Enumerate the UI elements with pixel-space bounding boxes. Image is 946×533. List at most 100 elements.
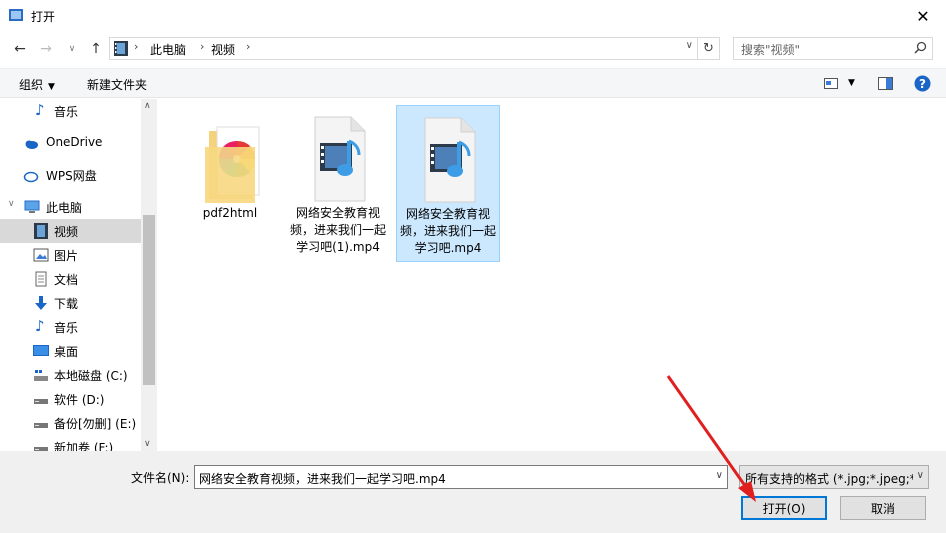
file-name: 网络安全教育视频，进来我们一起学习吧(1).mp4 bbox=[289, 206, 386, 254]
drive-icon bbox=[34, 423, 48, 428]
help-icon[interactable]: ? bbox=[914, 75, 931, 92]
file-item-pdf2html[interactable]: pdf2html bbox=[178, 105, 282, 226]
back-button[interactable]: ← bbox=[10, 38, 30, 60]
wps-cloud-icon bbox=[23, 171, 39, 183]
svg-text:?: ? bbox=[919, 77, 926, 91]
arrow-left-icon: ← bbox=[14, 41, 26, 57]
drive-icon bbox=[34, 399, 48, 404]
sidebar-item-drive-f[interactable]: 新加卷 (F:) bbox=[0, 435, 141, 451]
breadcrumb-separator: › bbox=[200, 40, 205, 53]
filename-value: 网络安全教育视频，进来我们一起学习吧.mp4 bbox=[199, 472, 446, 486]
sidebar-item-videos[interactable]: 视频 bbox=[0, 219, 141, 243]
drive-c-icon bbox=[34, 370, 48, 381]
file-item-video-1[interactable]: 网络安全教育视频，进来我们一起学习吧(1).mp4 bbox=[286, 105, 390, 260]
address-bar[interactable]: › 此电脑 › 视频 › ∨ bbox=[109, 37, 698, 60]
navigation-pane: ♪ 音乐 OneDrive WPS网盘 ∨ 此电脑 视频 图片 文档 下载 ♪ … bbox=[0, 99, 157, 451]
close-button[interactable]: ✕ bbox=[900, 0, 946, 32]
drive-icon bbox=[34, 447, 48, 451]
sidebar-item-onedrive[interactable]: OneDrive bbox=[0, 131, 141, 155]
sidebar-scrollbar[interactable]: ∧ ∨ bbox=[141, 99, 157, 451]
pinwheel-folder-icon bbox=[205, 126, 260, 203]
close-icon: ✕ bbox=[916, 6, 930, 26]
scroll-down-icon[interactable]: ∨ bbox=[144, 439, 151, 449]
title-bar: 打开 ✕ bbox=[0, 0, 946, 32]
video-file-icon bbox=[424, 117, 476, 203]
file-list: pdf2html 网络安全教育视频，进来我们一起学习吧(1).mp4 网络安全教… bbox=[158, 99, 946, 451]
desktop-icon bbox=[33, 345, 49, 356]
view-options-caret-icon[interactable]: ▼ bbox=[848, 78, 855, 88]
organize-menu[interactable]: 组织 ▼ bbox=[19, 76, 55, 93]
music-note-icon: ♪ bbox=[35, 101, 45, 119]
sidebar-item-label: 视频 bbox=[54, 225, 79, 239]
sidebar-item-label: 软件 (D:) bbox=[54, 393, 105, 407]
new-folder-button[interactable]: 新建文件夹 bbox=[87, 76, 147, 93]
sidebar-item-drive-c[interactable]: 本地磁盘 (C:) bbox=[0, 363, 141, 387]
sidebar-item-drive-e[interactable]: 备份[勿删] (E:) bbox=[0, 411, 141, 435]
sidebar-item-label: 图片 bbox=[54, 249, 79, 263]
sidebar-item-this-pc[interactable]: ∨ 此电脑 bbox=[0, 195, 141, 219]
refresh-icon: ↻ bbox=[703, 41, 714, 56]
forward-button[interactable]: → bbox=[36, 38, 56, 60]
sidebar-item-documents[interactable]: 文档 bbox=[0, 267, 141, 291]
sidebar-item-label: 下载 bbox=[54, 297, 79, 311]
sidebar-item-music-top[interactable]: ♪ 音乐 bbox=[0, 99, 141, 123]
cloud-icon bbox=[25, 140, 38, 149]
refresh-button[interactable]: ↻ bbox=[698, 37, 720, 60]
sidebar-item-music[interactable]: ♪ 音乐 bbox=[0, 315, 141, 339]
command-toolbar: 组织 ▼ 新建文件夹 ▼ ? bbox=[0, 68, 946, 98]
breadcrumb-this-pc[interactable]: 此电脑 bbox=[150, 41, 186, 58]
breadcrumb-separator: › bbox=[134, 40, 139, 53]
video-file-icon bbox=[314, 116, 366, 202]
chevron-down-icon[interactable]: ∨ bbox=[716, 470, 723, 481]
file-name: pdf2html bbox=[202, 206, 258, 220]
window-title: 打开 bbox=[31, 10, 56, 24]
sidebar-item-label: WPS网盘 bbox=[46, 169, 97, 183]
music-note-icon: ♪ bbox=[35, 317, 45, 335]
arrow-right-icon: → bbox=[40, 41, 52, 57]
filetype-value: 所有支持的格式 (*.jpg;*.jpeg;* bbox=[745, 472, 913, 486]
caret-down-icon: ▼ bbox=[48, 82, 55, 92]
filename-label: 文件名(N): bbox=[131, 471, 190, 485]
computer-icon bbox=[24, 200, 40, 213]
sidebar-item-label: 备份[勿删] (E:) bbox=[54, 417, 137, 431]
download-icon bbox=[35, 296, 47, 310]
file-name: 网络安全教育视频，进来我们一起学习吧.mp4 bbox=[399, 207, 496, 255]
cancel-button[interactable]: 取消 bbox=[840, 496, 926, 520]
video-icon bbox=[34, 223, 48, 239]
view-mode-icon[interactable] bbox=[824, 78, 838, 89]
sidebar-item-label: 新加卷 (F:) bbox=[54, 441, 114, 451]
file-item-video-selected[interactable]: 网络安全教育视频，进来我们一起学习吧.mp4 bbox=[396, 105, 500, 262]
sidebar-item-label: 本地磁盘 (C:) bbox=[54, 369, 128, 383]
chevron-down-icon: ∨ bbox=[916, 470, 924, 481]
up-button[interactable]: ↑ bbox=[86, 38, 106, 60]
sidebar-item-downloads[interactable]: 下载 bbox=[0, 291, 141, 315]
sidebar-item-pictures[interactable]: 图片 bbox=[0, 243, 141, 267]
sidebar-item-label: 音乐 bbox=[54, 105, 79, 119]
chevron-down-icon: ∨ bbox=[8, 199, 15, 209]
video-folder-icon bbox=[114, 41, 128, 56]
sidebar-item-label: 桌面 bbox=[54, 345, 79, 359]
search-placeholder: 搜索"视频" bbox=[741, 43, 801, 57]
breadcrumb-separator: › bbox=[246, 40, 251, 53]
sidebar-item-label: 音乐 bbox=[54, 321, 79, 335]
sidebar-item-desktop[interactable]: 桌面 bbox=[0, 339, 141, 363]
breadcrumb-videos[interactable]: 视频 bbox=[211, 41, 235, 58]
open-button[interactable]: 打开(O) bbox=[741, 496, 827, 520]
sidebar-item-drive-d[interactable]: 软件 (D:) bbox=[0, 387, 141, 411]
pictures-icon bbox=[33, 248, 49, 262]
organize-label: 组织 bbox=[19, 78, 44, 92]
preview-pane-icon[interactable] bbox=[878, 77, 893, 90]
search-input[interactable]: 搜索"视频" bbox=[733, 37, 933, 60]
filename-input[interactable]: 网络安全教育视频，进来我们一起学习吧.mp4 ∨ bbox=[194, 465, 728, 489]
window-app-icon bbox=[9, 9, 23, 21]
address-dropdown-icon[interactable]: ∨ bbox=[686, 40, 693, 51]
chevron-down-icon: ∨ bbox=[68, 44, 76, 54]
sidebar-item-wps-cloud[interactable]: WPS网盘 bbox=[0, 163, 141, 187]
scroll-up-icon[interactable]: ∧ bbox=[144, 101, 151, 111]
search-icon bbox=[914, 41, 927, 54]
scrollbar-thumb[interactable] bbox=[143, 215, 155, 385]
recent-locations-button[interactable]: ∨ bbox=[62, 38, 82, 60]
filetype-select[interactable]: 所有支持的格式 (*.jpg;*.jpeg;* ∨ bbox=[739, 465, 929, 489]
sidebar-item-label: 此电脑 bbox=[46, 201, 83, 215]
arrow-up-icon: ↑ bbox=[90, 41, 102, 57]
